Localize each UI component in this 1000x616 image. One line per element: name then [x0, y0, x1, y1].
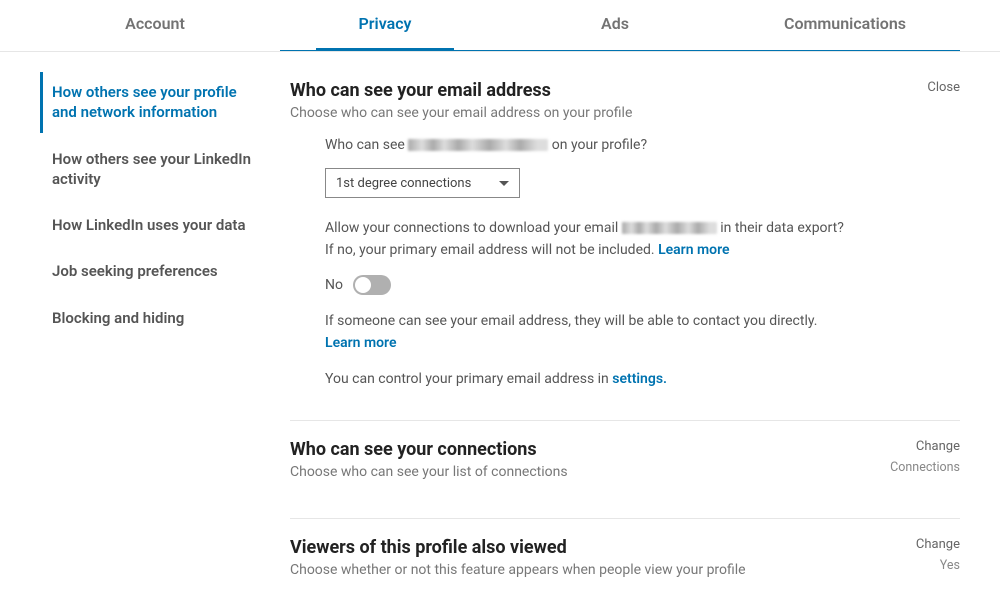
section-subtitle: Choose who can see your email address on… [290, 105, 632, 121]
tab-privacy[interactable]: Privacy [270, 0, 500, 51]
sidebar-item-profile-visibility[interactable]: How others see your profile and network … [40, 72, 270, 133]
redacted-email [622, 222, 717, 234]
allow-download-toggle[interactable] [353, 275, 391, 295]
section-connections-visibility: Who can see your connections Choose who … [290, 421, 960, 519]
toggle-knob [355, 277, 371, 293]
redacted-email [408, 139, 548, 151]
current-value: Yes [916, 558, 960, 573]
select-value: 1st degree connections [336, 176, 471, 191]
current-value: Connections [890, 460, 960, 475]
section-title: Viewers of this profile also viewed [290, 537, 746, 558]
question-who-can-see: Who can see on your profile? [325, 135, 850, 156]
change-link[interactable]: Change [890, 439, 960, 454]
tab-ads[interactable]: Ads [500, 0, 730, 51]
settings-main: Who can see your email address Choose wh… [280, 72, 960, 616]
contact-directly-text: If someone can see your email address, t… [325, 311, 850, 354]
tab-communications[interactable]: Communications [730, 0, 960, 51]
section-title: Who can see your connections [290, 439, 568, 460]
top-navigation: Account Privacy Ads Communications [0, 0, 1000, 52]
toggle-label: No [325, 277, 343, 293]
section-viewers-also-viewed: Viewers of this profile also viewed Choo… [290, 519, 960, 616]
chevron-down-icon [499, 181, 509, 186]
sidebar-item-activity-visibility[interactable]: How others see your LinkedIn activity [40, 139, 270, 200]
sidebar-item-data-usage[interactable]: How LinkedIn uses your data [40, 205, 270, 245]
section-email-visibility: Who can see your email address Choose wh… [290, 72, 960, 421]
sidebar-item-blocking[interactable]: Blocking and hiding [40, 298, 270, 338]
section-subtitle: Choose whether or not this feature appea… [290, 562, 746, 578]
email-visibility-select[interactable]: 1st degree connections [325, 168, 520, 198]
primary-email-settings-text: You can control your primary email addre… [325, 369, 850, 391]
tab-account[interactable]: Account [40, 0, 270, 51]
learn-more-link[interactable]: Learn more [658, 242, 729, 258]
allow-download-text: Allow your connections to download your … [325, 218, 850, 261]
section-title: Who can see your email address [290, 80, 632, 101]
change-link[interactable]: Change [916, 537, 960, 552]
learn-more-link[interactable]: Learn more [325, 335, 396, 351]
sidebar-item-job-preferences[interactable]: Job seeking preferences [40, 251, 270, 291]
section-subtitle: Choose who can see your list of connecti… [290, 464, 568, 480]
settings-sidebar: How others see your profile and network … [40, 72, 280, 616]
close-link[interactable]: Close [927, 80, 960, 95]
settings-link[interactable]: settings. [612, 371, 667, 387]
